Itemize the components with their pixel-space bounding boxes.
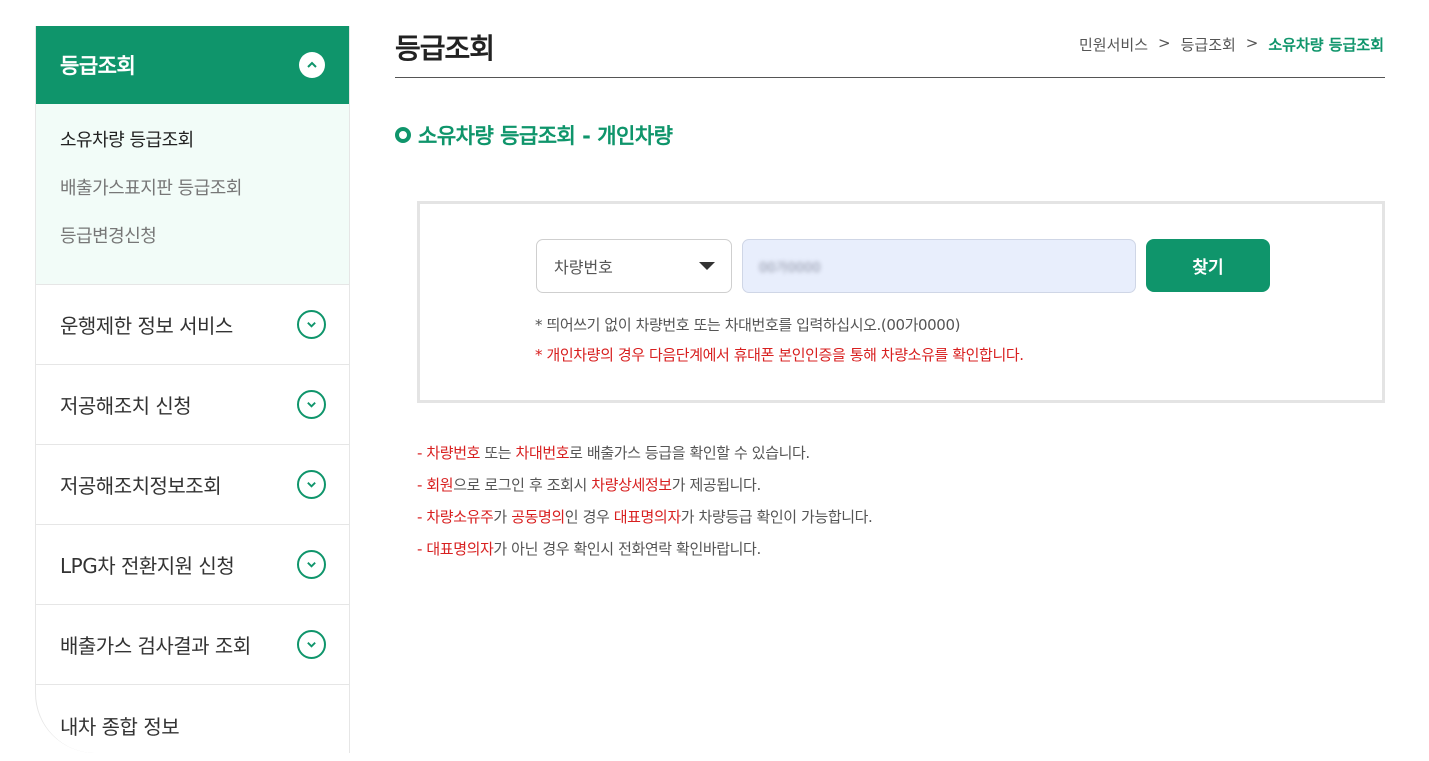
section-title-text: 소유차량 등급조회 - 개인차량 bbox=[418, 124, 673, 148]
notice-text: 또는 bbox=[480, 444, 516, 462]
chevron-down-icon[interactable] bbox=[297, 550, 326, 579]
sidebar-item-lpg-conversion[interactable]: LPG차 전환지원 신청 bbox=[36, 525, 349, 605]
search-type-select[interactable]: 차량번호 bbox=[536, 239, 732, 293]
notice-highlight: 대표명의자 bbox=[613, 508, 681, 526]
find-button[interactable]: 찾기 bbox=[1146, 239, 1270, 292]
breadcrumb: 민원서비스 > 등급조회 > 소유차량 등급조회 bbox=[1079, 34, 1384, 55]
sidebar-item-emission-test-result[interactable]: 배출가스 검사결과 조회 bbox=[36, 605, 349, 685]
breadcrumb-current: 소유차량 등급조회 bbox=[1268, 36, 1384, 54]
search-type-value: 차량번호 bbox=[554, 258, 613, 277]
notice-text: 가 제공됩니다. bbox=[671, 476, 762, 494]
sidebar-item-label: 내차 종합 정보 bbox=[60, 714, 180, 739]
notice-text: 로 배출가스 등급을 확인할 수 있습니다. bbox=[569, 444, 810, 462]
sidebar: 등급조회 소유차량 등급조회 배출가스표지판 등급조회 등급변경신청 운행제한 … bbox=[35, 26, 350, 753]
sidebar-item-low-emission-request[interactable]: 저공해조치 신청 bbox=[36, 365, 349, 445]
breadcrumb-separator: > bbox=[1158, 34, 1171, 52]
caret-down-icon bbox=[699, 262, 715, 270]
auth-warning-text: * 개인차량의 경우 다음단계에서 휴대폰 본인인증을 통해 차량소유를 확인합… bbox=[535, 346, 1024, 364]
sidebar-header-grade-inquiry[interactable]: 등급조회 bbox=[36, 26, 349, 104]
submenu-item-emission-sign[interactable]: 배출가스표지판 등급조회 bbox=[36, 174, 349, 222]
chevron-down-icon[interactable] bbox=[297, 310, 326, 339]
notice-item: - 회원으로 로그인 후 조회시 차량상세정보가 제공됩니다. bbox=[417, 473, 872, 505]
notice-list: - 차량번호 또는 차대번호로 배출가스 등급을 확인할 수 있습니다. - 회… bbox=[417, 441, 873, 569]
page-title: 등급조회 bbox=[395, 32, 495, 65]
vehicle-number-input[interactable]: 00가0000 bbox=[742, 239, 1136, 293]
notice-dash: - bbox=[417, 444, 427, 462]
notice-text: 가 bbox=[493, 508, 512, 526]
title-divider bbox=[395, 77, 1385, 78]
chevron-down-icon[interactable] bbox=[297, 470, 326, 499]
notice-highlight: 차량번호 bbox=[426, 444, 480, 462]
sidebar-item-label: 저공해조치정보조회 bbox=[60, 474, 222, 498]
notice-dash: - bbox=[417, 540, 427, 558]
submenu-item-owned-vehicle[interactable]: 소유차량 등급조회 bbox=[36, 126, 349, 174]
breadcrumb-item-civil-service[interactable]: 민원서비스 bbox=[1079, 34, 1148, 55]
notice-item: - 대표명의자가 아닌 경우 확인시 전화연락 확인바랍니다. bbox=[417, 537, 872, 569]
notice-highlight: 차량소유주 bbox=[426, 508, 494, 526]
sidebar-item-label: 운행제한 정보 서비스 bbox=[60, 314, 233, 338]
notice-text: 가 차량등급 확인이 가능합니다. bbox=[680, 508, 873, 526]
breadcrumb-separator: > bbox=[1245, 34, 1259, 52]
submenu-item-grade-change[interactable]: 등급변경신청 bbox=[36, 222, 349, 270]
notice-highlight: 대표명의자 bbox=[426, 540, 494, 558]
notice-text: 인 경우 bbox=[564, 508, 614, 526]
breadcrumb-item-grade-inquiry[interactable]: 등급조회 bbox=[1181, 34, 1236, 55]
notice-highlight: 차대번호 bbox=[515, 444, 570, 462]
search-panel: 차량번호 00가0000 찾기 * 띄어쓰기 없이 차량번호 또는 차대번호를 … bbox=[417, 201, 1385, 403]
sidebar-item-label: 배출가스 검사결과 조회 bbox=[60, 634, 251, 658]
sidebar-item-my-car-info[interactable]: 내차 종합 정보 bbox=[36, 685, 349, 753]
notice-item: - 차량소유주가 공동명의인 경우 대표명의자가 차량등급 확인이 가능합니다. bbox=[417, 505, 873, 537]
notice-highlight: 회원 bbox=[426, 476, 454, 494]
sidebar-item-low-emission-info[interactable]: 저공해조치정보조회 bbox=[36, 445, 349, 525]
notice-item: - 차량번호 또는 차대번호로 배출가스 등급을 확인할 수 있습니다. bbox=[417, 441, 872, 473]
circle-bullet-icon bbox=[395, 127, 411, 143]
sidebar-header-label: 등급조회 bbox=[60, 54, 136, 78]
sidebar-item-traffic-restriction[interactable]: 운행제한 정보 서비스 bbox=[36, 285, 349, 365]
sidebar-submenu: 소유차량 등급조회 배출가스표지판 등급조회 등급변경신청 bbox=[36, 104, 349, 285]
notice-highlight: 공동명의 bbox=[511, 508, 565, 526]
section-title: 소유차량 등급조회 - 개인차량 bbox=[395, 120, 673, 150]
sidebar-item-label: 저공해조치 신청 bbox=[60, 394, 192, 418]
notice-dash: - bbox=[417, 476, 427, 494]
notice-dash: - bbox=[417, 508, 427, 526]
notice-text: 가 아닌 경우 확인시 전화연락 확인바랍니다. bbox=[493, 540, 761, 558]
chevron-up-icon[interactable] bbox=[299, 52, 325, 78]
input-help-text: * 띄어쓰기 없이 차량번호 또는 차대번호를 입력하십시오.(00가0000) bbox=[535, 316, 961, 334]
chevron-down-icon[interactable] bbox=[297, 390, 326, 419]
vehicle-number-value: 00가0000 bbox=[759, 260, 821, 276]
notice-highlight: 차량상세정보 bbox=[591, 476, 672, 494]
notice-text: 으로 로그인 후 조회시 bbox=[453, 476, 592, 494]
sidebar-item-label: LPG차 전환지원 신청 bbox=[60, 554, 235, 578]
chevron-down-icon[interactable] bbox=[297, 630, 326, 659]
